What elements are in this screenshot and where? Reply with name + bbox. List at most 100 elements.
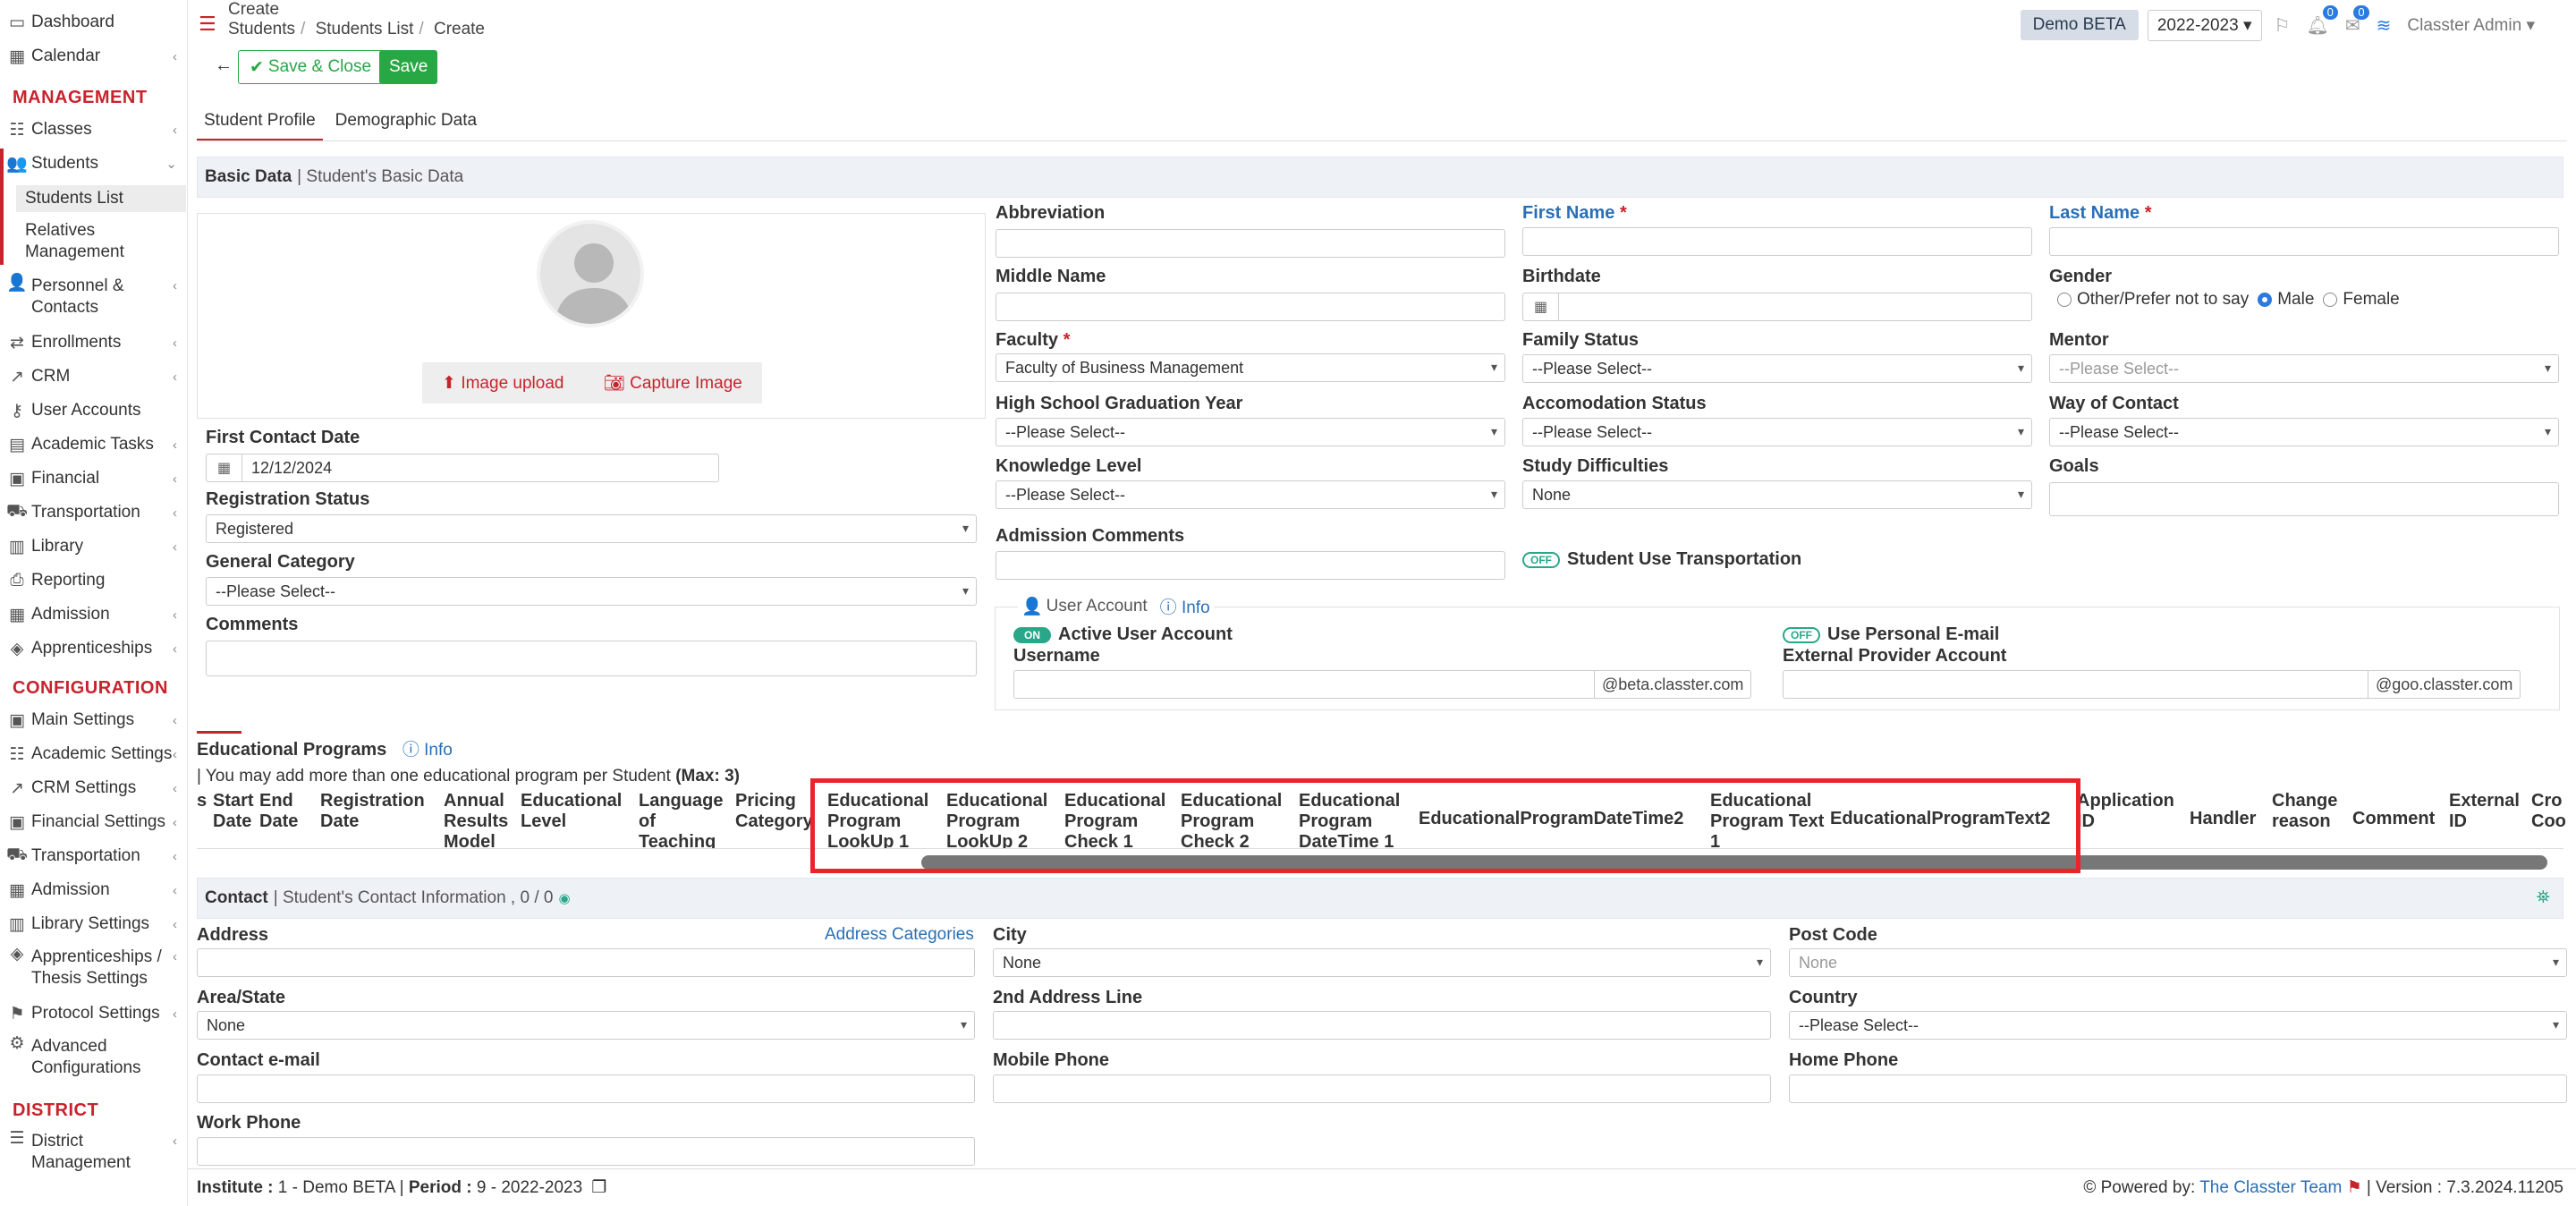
work-phone-input[interactable] bbox=[197, 1137, 975, 1166]
username-input[interactable] bbox=[1013, 670, 1595, 699]
birthdate-field[interactable]: ▦ bbox=[1522, 293, 2032, 321]
sidebar-item-library-settings[interactable]: ▥ Library Settings ‹ bbox=[0, 914, 188, 934]
sidebar-sub-students-list[interactable]: Students List bbox=[16, 185, 186, 212]
sidebar-item-transportation-settings[interactable]: ⛟ Transportation ‹ bbox=[0, 845, 188, 866]
educational-programs-info-link[interactable]: ⓘ Info bbox=[402, 741, 453, 760]
capture-image-button[interactable]: 📷︎ Capture Image bbox=[604, 372, 742, 394]
transport-toggle[interactable]: OFF bbox=[1522, 551, 1560, 568]
copy-icon[interactable]: ❐ bbox=[591, 1177, 606, 1198]
table-header-cell[interactable]: External ID bbox=[2449, 791, 2526, 832]
external-account-input[interactable] bbox=[1783, 670, 2368, 699]
first-name-input[interactable] bbox=[1522, 227, 2032, 256]
sidebar-item-district[interactable]: ☰ District Management ‹ bbox=[0, 1129, 188, 1174]
table-header-cell[interactable]: Change reason bbox=[2272, 791, 2347, 832]
user-account-info-link[interactable]: ⓘ Info bbox=[1160, 594, 1210, 618]
sidebar-item-apprenticeships-settings[interactable]: ◈ Apprenticeships / Thesis Settings ‹ bbox=[0, 945, 188, 989]
map-icon[interactable]: ⛯ bbox=[2537, 888, 2550, 908]
area-state-select[interactable]: None bbox=[197, 1011, 975, 1040]
gender-male-radio[interactable] bbox=[2258, 293, 2273, 307]
sidebar-item-enrollments[interactable]: ⇄ Enrollments ‹ bbox=[0, 333, 188, 352]
sidebar-item-students[interactable]: 👥 Students ⌄ bbox=[0, 154, 188, 174]
classter-team-link[interactable]: The Classter Team bbox=[2199, 1178, 2342, 1197]
personal-email-toggle[interactable]: OFF bbox=[1783, 626, 1820, 643]
sidebar-item-academic-settings[interactable]: ☷ Academic Settings ‹ bbox=[0, 744, 188, 764]
sidebar-item-transportation[interactable]: ⛟ Transportation ‹ bbox=[0, 502, 188, 522]
hamburger-menu-icon[interactable]: ☰ bbox=[199, 13, 216, 36]
table-header-cell[interactable]: Annual Results Model bbox=[444, 791, 515, 848]
active-account-toggle[interactable]: ON bbox=[1013, 626, 1051, 643]
table-header-cell[interactable]: End Date bbox=[259, 791, 315, 832]
hs-grad-select[interactable]: --Please Select-- bbox=[996, 418, 1505, 446]
gender-female-radio[interactable] bbox=[2323, 293, 2338, 307]
family-status-select[interactable]: --Please Select-- bbox=[1522, 354, 2032, 383]
back-arrow-icon[interactable]: ← bbox=[215, 55, 233, 76]
sidebar-item-main-settings[interactable]: ▣ Main Settings ‹ bbox=[0, 710, 188, 730]
address-categories-link[interactable]: Address Categories bbox=[825, 925, 974, 945]
mentor-select[interactable]: --Please Select-- bbox=[2049, 354, 2559, 383]
tab-demographic-data[interactable]: Demographic Data bbox=[328, 106, 484, 140]
sidebar-item-academic-tasks[interactable]: ▤ Academic Tasks ‹ bbox=[0, 435, 188, 454]
sidebar-item-crm[interactable]: ↗ CRM ‹ bbox=[0, 367, 188, 386]
year-select[interactable]: 2022-2023 ▾ bbox=[2147, 9, 2262, 41]
user-menu[interactable]: Classter Admin ▾ bbox=[2407, 15, 2535, 36]
study-difficulties-select[interactable]: None bbox=[1522, 480, 2032, 509]
demo-badge[interactable]: Demo BETA bbox=[2020, 10, 2139, 40]
table-header-cell[interactable]: Cro Coo bbox=[2531, 791, 2567, 832]
knowledge-level-select[interactable]: --Please Select-- bbox=[996, 480, 1505, 509]
accomodation-select[interactable]: --Please Select-- bbox=[1522, 418, 2032, 446]
home-phone-input[interactable] bbox=[1789, 1074, 2567, 1103]
sidebar-sub-relatives[interactable]: Relatives Management bbox=[16, 220, 132, 263]
abbreviation-input[interactable] bbox=[996, 229, 1505, 258]
way-of-contact-select[interactable]: --Please Select-- bbox=[2049, 418, 2559, 446]
registration-status-select[interactable]: Registered bbox=[206, 514, 977, 543]
city-select[interactable]: None bbox=[993, 948, 1771, 977]
address-input[interactable] bbox=[197, 948, 975, 977]
image-upload-button[interactable]: ⬆ Image upload bbox=[442, 373, 564, 394]
sidebar-item-crm-settings[interactable]: ↗ CRM Settings ‹ bbox=[0, 778, 188, 798]
first-contact-date-field[interactable]: ▦ 12/12/2024 bbox=[206, 454, 719, 482]
save-button[interactable]: Save bbox=[379, 50, 438, 84]
table-header-cell[interactable]: Pricing Category bbox=[735, 791, 822, 832]
country-select[interactable]: --Please Select-- bbox=[1789, 1011, 2567, 1040]
table-header-cell[interactable]: Application ID bbox=[2077, 791, 2184, 832]
tab-student-profile[interactable]: Student Profile bbox=[197, 106, 323, 140]
post-code-select[interactable]: None bbox=[1789, 948, 2567, 977]
gender-other-radio[interactable] bbox=[2057, 293, 2072, 307]
save-close-button[interactable]: ✔ Save & Close bbox=[238, 50, 384, 84]
sidebar-item-financial-settings[interactable]: ▣ Financial Settings ‹ bbox=[0, 812, 188, 832]
sidebar-item-user-accounts[interactable]: ⚷ User Accounts bbox=[0, 401, 188, 420]
middle-name-input[interactable] bbox=[996, 293, 1505, 321]
contact-email-input[interactable] bbox=[197, 1074, 975, 1103]
sidebar-item-protocol-settings[interactable]: ⚑ Protocol Settings ‹ bbox=[0, 1004, 188, 1023]
table-header-cell[interactable]: Educational Level bbox=[521, 791, 633, 832]
breadcrumb-students-list[interactable]: Students List bbox=[316, 20, 414, 38]
layers-icon[interactable]: ≋ bbox=[2377, 14, 2392, 37]
sidebar-item-classes[interactable]: ☷ Classes ‹ bbox=[0, 120, 188, 140]
bell-icon[interactable]: 🔔︎ 0 bbox=[2306, 4, 2338, 37]
admission-comments-input[interactable] bbox=[996, 551, 1505, 580]
sidebar-item-financial[interactable]: ▣ Financial ‹ bbox=[0, 469, 188, 488]
table-header-cell[interactable]: Start Date bbox=[213, 791, 254, 832]
sidebar-item-apprenticeships[interactable]: ◈ Apprenticeships ‹ bbox=[0, 639, 188, 658]
sidebar-item-admission[interactable]: ▦ Admission ‹ bbox=[0, 605, 188, 624]
sidebar-item-admission-settings[interactable]: ▦ Admission ‹ bbox=[0, 880, 188, 900]
table-header-cell[interactable]: Language of Teaching bbox=[639, 791, 730, 848]
sidebar-item-reporting[interactable]: ⎙ Reporting bbox=[0, 571, 188, 590]
faculty-select[interactable]: Faculty of Business Management bbox=[996, 353, 1505, 382]
goals-input[interactable] bbox=[2049, 482, 2559, 516]
address2-input[interactable] bbox=[993, 1011, 1771, 1040]
table-header-cell[interactable]: Registration Date bbox=[320, 791, 438, 832]
sidebar-item-advanced[interactable]: ⚙ Advanced Configurations bbox=[0, 1034, 188, 1079]
sidebar-item-library[interactable]: ▥ Library ‹ bbox=[0, 537, 188, 556]
table-header-cell[interactable]: s bbox=[197, 791, 208, 811]
mobile-phone-input[interactable] bbox=[993, 1074, 1771, 1103]
flag-icon[interactable]: ⚐ bbox=[2275, 14, 2291, 37]
comments-textarea[interactable] bbox=[206, 641, 977, 676]
general-category-select[interactable]: --Please Select-- bbox=[206, 577, 977, 606]
sidebar-item-calendar[interactable]: ▦ Calendar ‹ bbox=[0, 47, 188, 66]
sidebar-item-personnel[interactable]: 👤 Personnel & Contacts ‹ bbox=[0, 274, 188, 318]
breadcrumb-students[interactable]: Students bbox=[228, 20, 295, 38]
envelope-icon[interactable]: ✉ 0 bbox=[2345, 4, 2369, 37]
last-name-input[interactable] bbox=[2049, 227, 2559, 256]
sidebar-item-dashboard[interactable]: ▭ Dashboard bbox=[0, 13, 188, 32]
